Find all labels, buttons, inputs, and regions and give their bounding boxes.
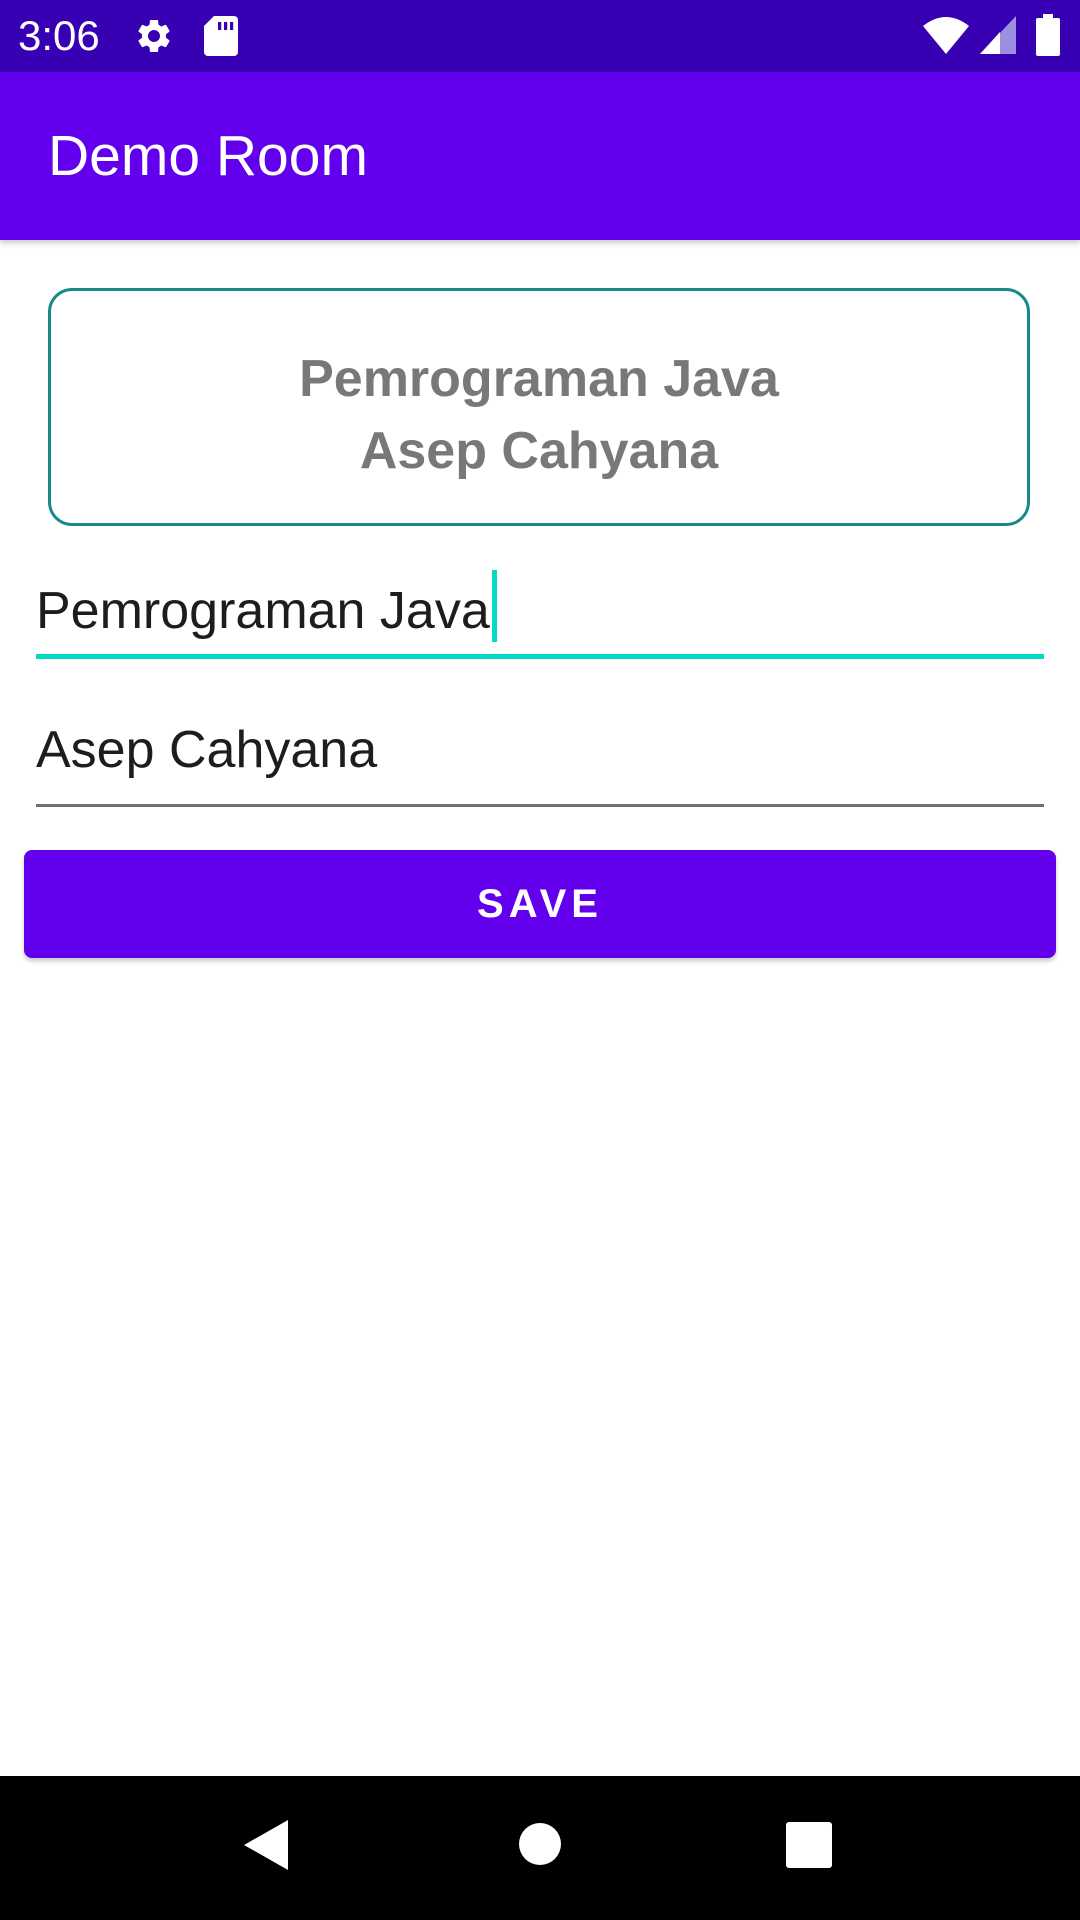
- back-icon[interactable]: [244, 1820, 288, 1870]
- recents-icon[interactable]: [786, 1822, 832, 1868]
- card-author-text: Asep Cahyana: [359, 422, 719, 480]
- app-bar: Demo Room: [0, 72, 1080, 240]
- app-title: Demo Room: [48, 124, 368, 188]
- wifi-icon: [923, 17, 969, 54]
- home-icon[interactable]: [518, 1822, 562, 1866]
- sd-card-icon: [204, 16, 238, 56]
- battery-icon: [1036, 14, 1060, 56]
- author-input[interactable]: Asep Cahyana: [36, 720, 377, 780]
- author-underline: [36, 804, 1044, 807]
- author-field[interactable]: Asep Cahyana: [36, 720, 1044, 810]
- title-underline: [36, 654, 1044, 659]
- nav-bar: [0, 1776, 1080, 1920]
- screen: 3:06 Demo Room Pemrograman Java Asep Cah…: [0, 0, 1080, 1920]
- status-time: 3:06: [18, 12, 100, 59]
- signal-icon: [980, 16, 1016, 54]
- title-field[interactable]: Pemrograman Java: [36, 570, 1044, 660]
- card-title-text: Pemrograman Java: [299, 350, 779, 408]
- book-card: Pemrograman Java Asep Cahyana: [48, 288, 1030, 526]
- text-cursor: [491, 570, 497, 642]
- status-bar: 3:06: [0, 0, 1080, 72]
- title-input-wrap: Pemrograman Java: [36, 570, 497, 642]
- title-input[interactable]: Pemrograman Java: [36, 582, 490, 640]
- gear-icon: [138, 19, 170, 52]
- save-button[interactable]: SAVE: [24, 850, 1056, 958]
